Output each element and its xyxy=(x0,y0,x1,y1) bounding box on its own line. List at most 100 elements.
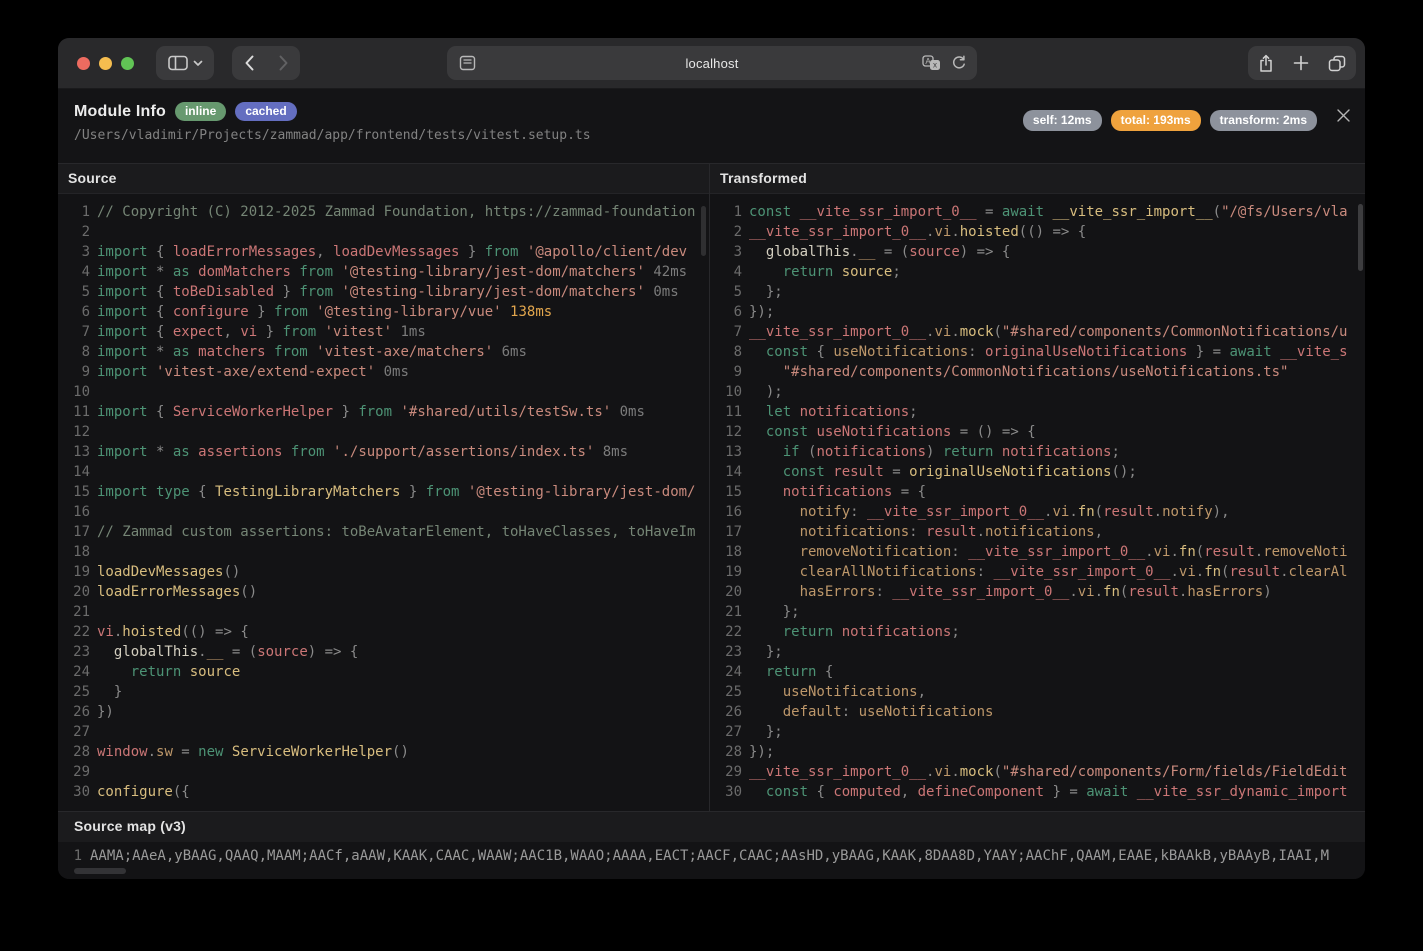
code-line: 21 xyxy=(58,602,709,622)
code-line: 26}) xyxy=(58,702,709,722)
code-line: 24 return source xyxy=(58,662,709,682)
sourcemap-line-number: 1 xyxy=(58,846,90,866)
code-line: 3import { loadErrorMessages, loadDevMess… xyxy=(58,242,709,262)
source-code[interactable]: 1// Copyright (C) 2012-2025 Zammad Found… xyxy=(58,194,709,811)
reader-icon[interactable] xyxy=(459,55,476,71)
transformed-scrollbar-thumb[interactable] xyxy=(1358,204,1363,271)
code-line: 15import type { TestingLibraryMatchers }… xyxy=(58,482,709,502)
code-line: 27 }; xyxy=(710,722,1365,742)
traffic-light-close-button[interactable] xyxy=(77,57,90,70)
browser-window: localhost A x xyxy=(58,38,1365,879)
code-line: 28window.sw = new ServiceWorkerHelper() xyxy=(58,742,709,762)
code-line: 16 xyxy=(58,502,709,522)
traffic-light-zoom-button[interactable] xyxy=(121,57,134,70)
code-line: 3 globalThis.__ = (source) => { xyxy=(710,242,1365,262)
source-scrollbar-thumb[interactable] xyxy=(701,206,706,256)
code-line: 13 if (notifications) return notificatio… xyxy=(710,442,1365,462)
code-line: 5import { toBeDisabled } from '@testing-… xyxy=(58,282,709,302)
close-button[interactable] xyxy=(1333,105,1353,125)
code-line: 28}); xyxy=(710,742,1365,762)
svg-text:x: x xyxy=(933,61,937,70)
code-line: 10 xyxy=(58,382,709,402)
transformed-code[interactable]: 1const __vite_ssr_import_0__ = await __v… xyxy=(710,194,1365,811)
code-line: 6import { configure } from '@testing-lib… xyxy=(58,302,709,322)
code-line: 2__vite_ssr_import_0__.vi.hoisted(() => … xyxy=(710,222,1365,242)
code-line: 7import { expect, vi } from 'vitest' 1ms xyxy=(58,322,709,342)
transform-time-badge: transform: 2ms xyxy=(1210,110,1317,131)
translate-icon[interactable]: A x xyxy=(922,55,941,71)
code-line: 29__vite_ssr_import_0__.vi.mock("#shared… xyxy=(710,762,1365,782)
toolbar-right-buttons xyxy=(1248,46,1356,80)
self-time-badge: self: 12ms xyxy=(1023,110,1102,131)
code-line: 6}); xyxy=(710,302,1365,322)
code-line: 26 default: useNotifications xyxy=(710,702,1365,722)
code-line: 22 return notifications; xyxy=(710,622,1365,642)
total-time-badge: total: 193ms xyxy=(1111,110,1201,131)
inline-badge: inline xyxy=(175,102,226,121)
traffic-light-minimize-button[interactable] xyxy=(99,57,112,70)
back-button[interactable] xyxy=(232,46,266,80)
code-line: 8 const { useNotifications: originalUseN… xyxy=(710,342,1365,362)
code-line: 11 let notifications; xyxy=(710,402,1365,422)
horizontal-scrollbar-thumb[interactable] xyxy=(74,868,126,874)
sourcemap-mappings: AAMA;AAeA,yBAAG,QAAQ,MAAM;AACf,aAAW,KAAK… xyxy=(90,846,1329,866)
code-line: 5 }; xyxy=(710,282,1365,302)
code-panes: Source 1// Copyright (C) 2012-2025 Zamma… xyxy=(58,164,1365,811)
close-icon xyxy=(1336,108,1351,123)
code-line: 9import 'vitest-axe/extend-expect' 0ms xyxy=(58,362,709,382)
chevron-down-icon xyxy=(193,60,203,67)
sidebar-icon xyxy=(168,55,188,71)
code-line: 17// Zammad custom assertions: toBeAvata… xyxy=(58,522,709,542)
code-line: 13import * as assertions from './support… xyxy=(58,442,709,462)
sourcemap-section: Source map (v3) 1 AAMA;AAeA,yBAAG,QAAQ,M… xyxy=(58,811,1365,879)
transformed-pane-title: Transformed xyxy=(710,164,1365,194)
code-line: 25 useNotifications, xyxy=(710,682,1365,702)
code-line: 18 xyxy=(58,542,709,562)
code-line: 7__vite_ssr_import_0__.vi.mock("#shared/… xyxy=(710,322,1365,342)
address-bar[interactable]: localhost A x xyxy=(447,46,977,80)
reload-icon[interactable] xyxy=(951,55,967,71)
code-line: 27 xyxy=(58,722,709,742)
code-line: 1const __vite_ssr_import_0__ = await __v… xyxy=(710,202,1365,222)
code-line: 23 }; xyxy=(710,642,1365,662)
module-info-header: Module Info inline cached /Users/vladimi… xyxy=(58,89,1365,164)
code-line: 25 } xyxy=(58,682,709,702)
code-line: 24 return { xyxy=(710,662,1365,682)
code-line: 18 removeNotification: __vite_ssr_import… xyxy=(710,542,1365,562)
code-line: 20loadErrorMessages() xyxy=(58,582,709,602)
sourcemap-line: 1 AAMA;AAeA,yBAAG,QAAQ,MAAM;AACf,aAAW,KA… xyxy=(58,846,1365,866)
code-line: 14 const result = originalUseNotificatio… xyxy=(710,462,1365,482)
share-icon[interactable] xyxy=(1258,46,1274,80)
forward-button[interactable] xyxy=(266,46,300,80)
page-title: Module Info xyxy=(74,103,166,121)
source-pane: Source 1// Copyright (C) 2012-2025 Zamma… xyxy=(58,164,710,811)
code-line: 20 hasErrors: __vite_ssr_import_0__.vi.f… xyxy=(710,582,1365,602)
code-line: 30configure({ xyxy=(58,782,709,802)
code-line: 14 xyxy=(58,462,709,482)
code-line: 9 "#shared/components/CommonNotification… xyxy=(710,362,1365,382)
code-line: 2 xyxy=(58,222,709,242)
code-line: 4 return source; xyxy=(710,262,1365,282)
code-line: 16 notify: __vite_ssr_import_0__.vi.fn(r… xyxy=(710,502,1365,522)
navigation-buttons xyxy=(232,46,300,80)
source-pane-title: Source xyxy=(58,164,709,194)
new-tab-icon[interactable] xyxy=(1293,46,1309,80)
tab-overview-icon[interactable] xyxy=(1328,46,1346,80)
code-line: 19 clearAllNotifications: __vite_ssr_imp… xyxy=(710,562,1365,582)
cached-badge: cached xyxy=(235,102,296,121)
code-line: 23 globalThis.__ = (source) => { xyxy=(58,642,709,662)
code-line: 8import * as matchers from 'vitest-axe/m… xyxy=(58,342,709,362)
code-line: 4import * as domMatchers from '@testing-… xyxy=(58,262,709,282)
timing-badges: self: 12ms total: 193ms transform: 2ms xyxy=(1023,110,1317,131)
code-line: 1// Copyright (C) 2012-2025 Zammad Found… xyxy=(58,202,709,222)
code-line: 10 ); xyxy=(710,382,1365,402)
code-line: 30 const { computed, defineComponent } =… xyxy=(710,782,1365,802)
code-line: 11import { ServiceWorkerHelper } from '#… xyxy=(58,402,709,422)
sidebar-toggle-button[interactable] xyxy=(156,46,214,80)
code-line: 17 notifications: result.notifications, xyxy=(710,522,1365,542)
code-line: 21 }; xyxy=(710,602,1365,622)
code-line: 15 notifications = { xyxy=(710,482,1365,502)
url-text: localhost xyxy=(685,56,738,71)
browser-toolbar: localhost A x xyxy=(58,38,1365,89)
code-line: 29 xyxy=(58,762,709,782)
